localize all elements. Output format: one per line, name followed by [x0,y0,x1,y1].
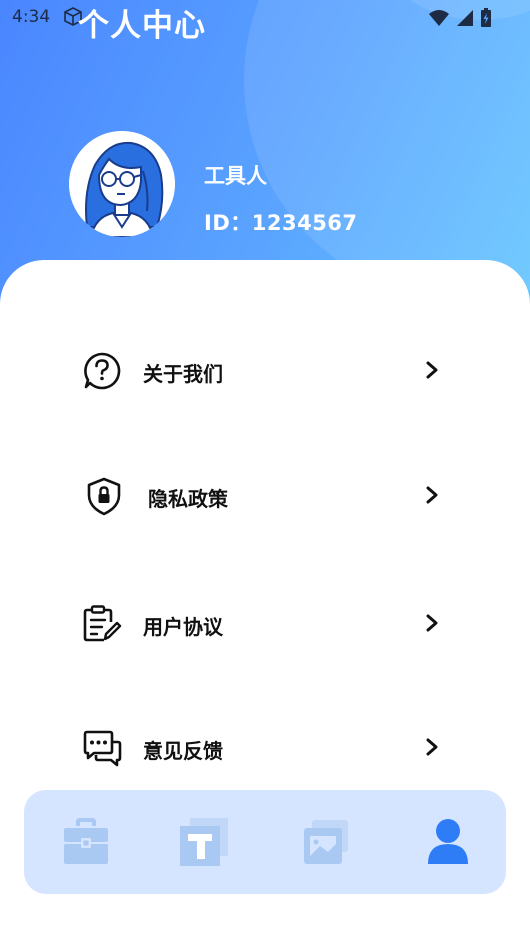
chat-bubbles-icon [82,728,122,768]
toolbox-icon[interactable] [60,816,112,868]
user-id: ID：1234567 [204,211,358,235]
menu-item-user-agreement[interactable]: 用户协议 [0,592,530,652]
page-title: 个人中心 [78,8,206,44]
clipboard-pen-icon [82,604,122,644]
chevron-right-icon [422,360,442,380]
image-cards-icon[interactable] [300,816,352,868]
menu-item-label: 隐私政策 [148,487,228,511]
user-icon[interactable] [422,816,474,868]
menu-item-label: 关于我们 [143,362,223,386]
menu-item-about-us[interactable]: 关于我们 [0,339,530,399]
menu-item-feedback[interactable]: 意见反馈 [0,716,530,776]
menu-item-label: 意见反馈 [143,739,223,763]
shield-lock-icon [86,476,126,516]
question-bubble-icon [82,351,122,391]
status-time: 4:34 [12,7,51,27]
user-name: 工具人 [204,164,267,188]
wifi-icon [428,9,450,31]
text-tool-icon[interactable] [178,816,230,868]
avatar[interactable] [69,131,175,237]
menu-item-privacy-policy[interactable]: 隐私政策 [0,464,530,524]
chevron-right-icon [422,485,442,505]
decorative-circle [244,0,530,300]
bottom-tab-bar [24,790,506,894]
chevron-right-icon [422,613,442,633]
chevron-right-icon [422,737,442,757]
battery-icon [480,8,492,32]
menu-item-label: 用户协议 [143,615,223,639]
signal-icon [456,9,474,31]
